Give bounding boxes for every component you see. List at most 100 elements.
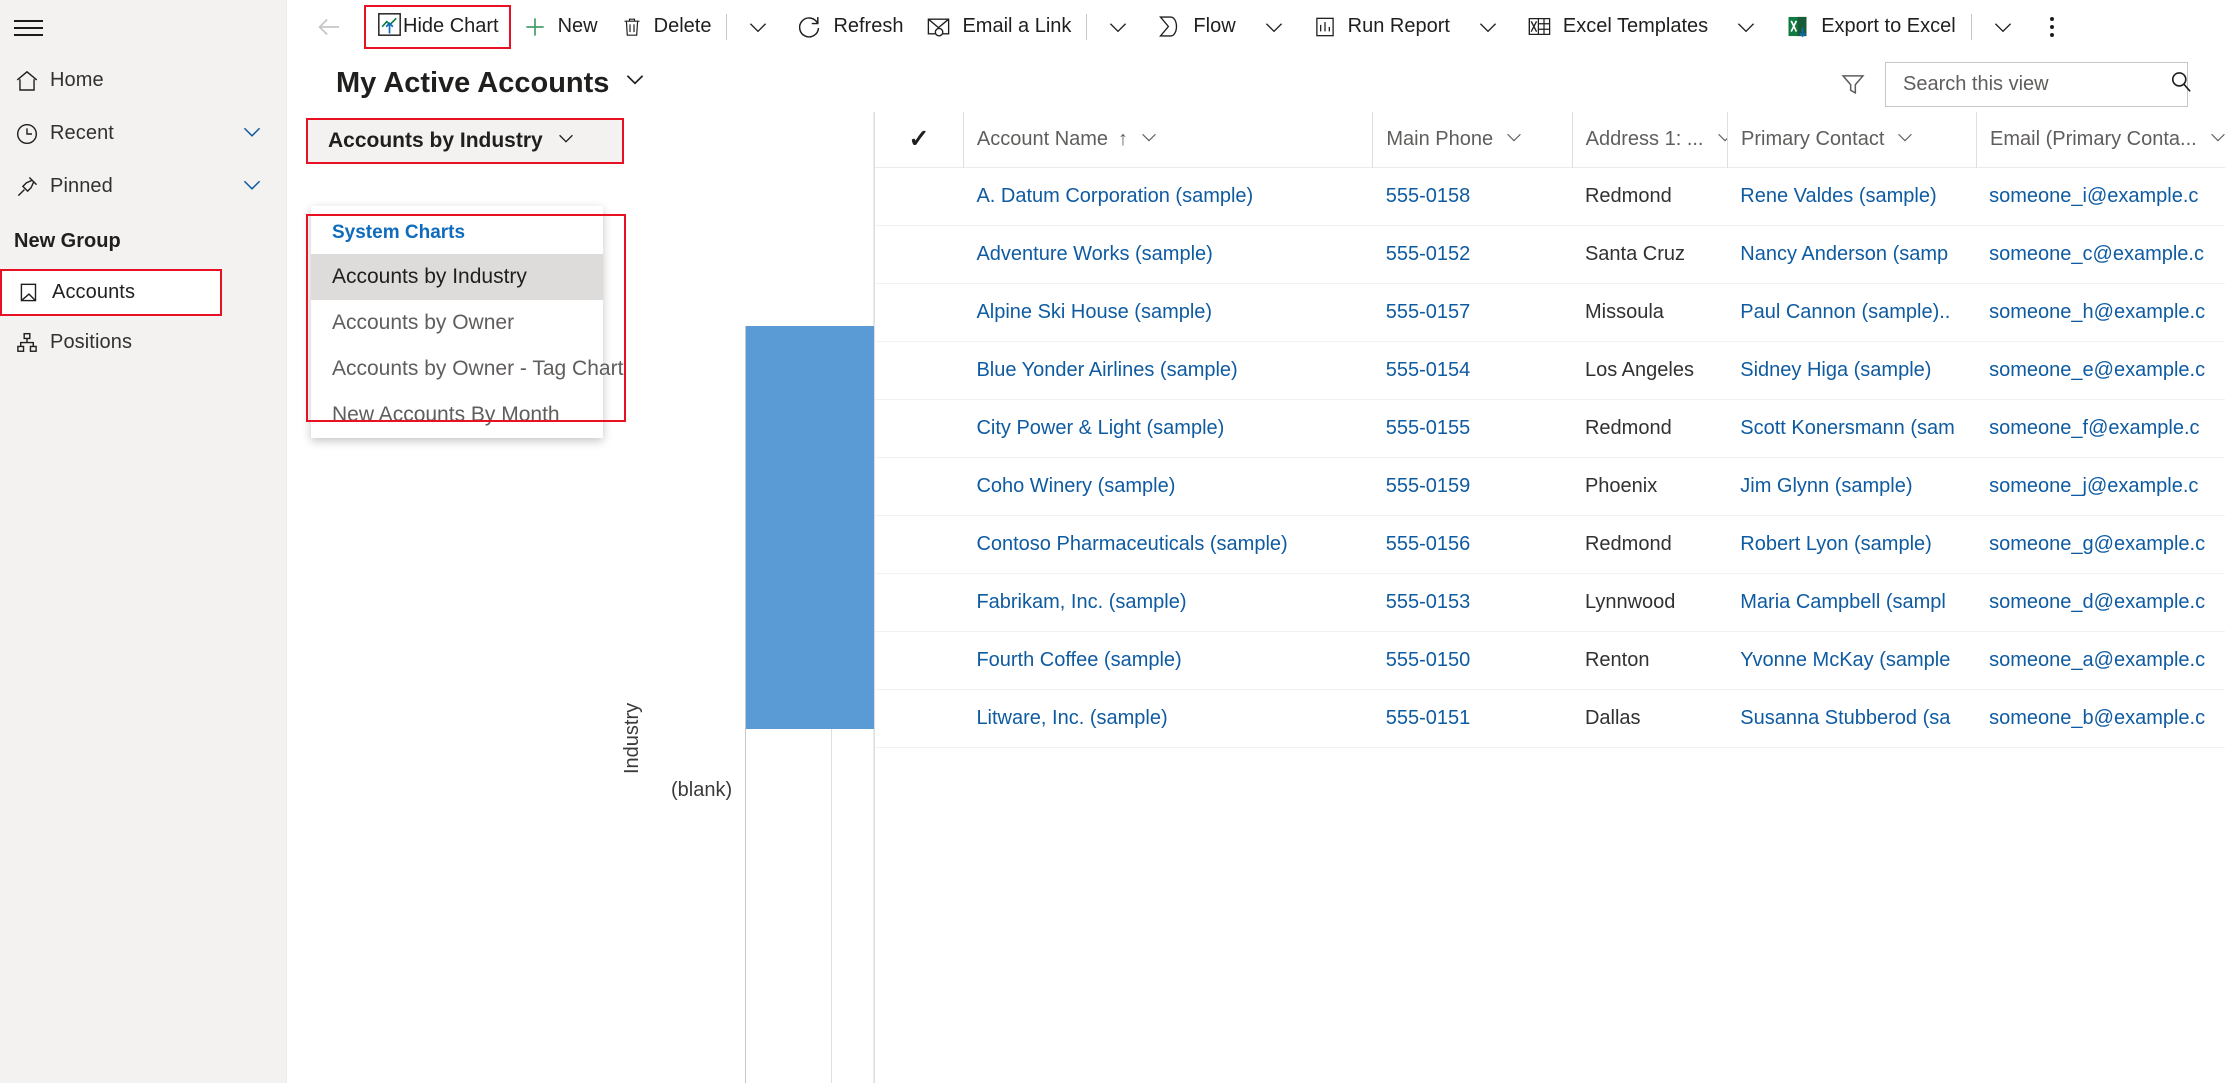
cell-email[interactable]: someone_e@example.c bbox=[1976, 342, 2225, 400]
row-checkbox[interactable] bbox=[875, 632, 963, 690]
chevron-down-icon[interactable] bbox=[1894, 126, 1916, 154]
more-commands-button[interactable] bbox=[2030, 5, 2074, 49]
flyout-option-new-accounts-by-month[interactable]: New Accounts By Month bbox=[311, 392, 603, 438]
flow-chevron[interactable] bbox=[1247, 5, 1301, 49]
export-overflow-chevron[interactable] bbox=[1976, 5, 2030, 49]
cell-account-name[interactable]: City Power & Light (sample) bbox=[963, 400, 1372, 458]
cell-primary-contact[interactable]: Maria Campbell (sampl bbox=[1727, 574, 1976, 632]
column-header-primary-contact[interactable]: Primary Contact bbox=[1727, 111, 1976, 168]
table-row[interactable]: Contoso Pharmaceuticals (sample) 555-015… bbox=[875, 516, 2225, 574]
chevron-down-icon[interactable] bbox=[1714, 126, 1728, 154]
excel-templates-button[interactable]: Excel Templates bbox=[1515, 5, 1719, 49]
run-report-chevron[interactable] bbox=[1461, 5, 1515, 49]
flow-button[interactable]: Flow bbox=[1145, 5, 1246, 49]
sidebar-item-pinned[interactable]: Pinned bbox=[0, 160, 287, 213]
email-a-link-button[interactable]: Email a Link bbox=[914, 5, 1082, 49]
cell-primary-contact[interactable]: Nancy Anderson (samp bbox=[1727, 226, 1976, 284]
row-checkbox[interactable] bbox=[875, 168, 963, 226]
cell-main-phone[interactable]: 555-0150 bbox=[1373, 632, 1572, 690]
cell-email[interactable]: someone_g@example.c bbox=[1976, 516, 2225, 574]
cell-email[interactable]: someone_c@example.c bbox=[1976, 226, 2225, 284]
export-to-excel-button[interactable]: Export to Excel bbox=[1773, 5, 1967, 49]
cell-email[interactable]: someone_a@example.c bbox=[1976, 632, 2225, 690]
cell-main-phone[interactable]: 555-0152 bbox=[1373, 226, 1572, 284]
back-button[interactable] bbox=[288, 5, 362, 49]
cell-primary-contact[interactable]: Scott Konersmann (sam bbox=[1727, 400, 1976, 458]
hamburger-menu-button[interactable] bbox=[0, 0, 287, 54]
cell-main-phone[interactable]: 555-0158 bbox=[1373, 168, 1572, 226]
row-checkbox[interactable] bbox=[875, 400, 963, 458]
excel-templates-chevron[interactable] bbox=[1719, 5, 1773, 49]
cell-account-name[interactable]: A. Datum Corporation (sample) bbox=[963, 168, 1372, 226]
cell-email[interactable]: someone_j@example.c bbox=[1976, 458, 2225, 516]
chevron-down-icon[interactable] bbox=[2207, 126, 2225, 154]
sidebar-item-home[interactable]: Home bbox=[0, 54, 287, 107]
row-checkbox[interactable] bbox=[875, 284, 963, 342]
row-checkbox[interactable] bbox=[875, 690, 963, 748]
cell-main-phone[interactable]: 555-0154 bbox=[1373, 342, 1572, 400]
run-report-button[interactable]: Run Report bbox=[1301, 5, 1461, 49]
column-header-address-1[interactable]: Address 1: ... bbox=[1571, 111, 1728, 168]
cell-account-name[interactable]: Fourth Coffee (sample) bbox=[963, 632, 1372, 690]
table-row[interactable]: Fourth Coffee (sample) 555-0150 Renton Y… bbox=[875, 632, 2225, 690]
delete-overflow-chevron[interactable] bbox=[731, 5, 785, 49]
cell-primary-contact[interactable]: Yvonne McKay (sample bbox=[1727, 632, 1976, 690]
chevron-down-icon[interactable] bbox=[1503, 126, 1525, 154]
flyout-option-accounts-by-owner[interactable]: Accounts by Owner bbox=[311, 300, 603, 346]
sidebar-item-accounts[interactable]: Accounts bbox=[0, 269, 222, 316]
hide-chart-button[interactable]: Hide Chart bbox=[364, 4, 511, 49]
cell-primary-contact[interactable]: Rene Valdes (sample) bbox=[1727, 168, 1976, 226]
table-row[interactable]: Adventure Works (sample) 555-0152 Santa … bbox=[875, 226, 2225, 284]
cell-email[interactable]: someone_f@example.c bbox=[1976, 400, 2225, 458]
row-checkbox[interactable] bbox=[875, 516, 963, 574]
cell-email[interactable]: someone_i@example.c bbox=[1976, 168, 2225, 226]
cell-primary-contact[interactable]: Susanna Stubberod (sa bbox=[1727, 690, 1976, 748]
sidebar-item-recent[interactable]: Recent bbox=[0, 107, 287, 160]
cell-primary-contact[interactable]: Jim Glynn (sample) bbox=[1727, 458, 1976, 516]
chevron-down-icon[interactable] bbox=[1138, 126, 1160, 154]
table-row[interactable]: Coho Winery (sample) 555-0159 Phoenix Ji… bbox=[875, 458, 2225, 516]
email-overflow-chevron[interactable] bbox=[1091, 5, 1145, 49]
cell-primary-contact[interactable]: Paul Cannon (sample).. bbox=[1727, 284, 1976, 342]
column-header-email-primary-contact[interactable]: Email (Primary Conta... bbox=[1976, 111, 2225, 168]
select-all-checkbox[interactable]: ✓ bbox=[875, 127, 963, 152]
cell-account-name[interactable]: Alpine Ski House (sample) bbox=[963, 284, 1372, 342]
column-header-account-name[interactable]: Account Name ↑ bbox=[962, 111, 1372, 168]
cell-account-name[interactable]: Litware, Inc. (sample) bbox=[963, 690, 1372, 748]
table-row[interactable]: A. Datum Corporation (sample) 555-0158 R… bbox=[875, 168, 2225, 226]
cell-main-phone[interactable]: 555-0159 bbox=[1373, 458, 1572, 516]
delete-button[interactable]: Delete bbox=[609, 5, 723, 49]
flyout-option-accounts-by-owner-tag-chart[interactable]: Accounts by Owner - Tag Chart bbox=[311, 346, 623, 392]
refresh-button[interactable]: Refresh bbox=[785, 5, 914, 49]
chevron-down-icon[interactable] bbox=[239, 118, 265, 149]
table-row[interactable]: Litware, Inc. (sample) 555-0151 Dallas S… bbox=[875, 690, 2225, 748]
cell-account-name[interactable]: Contoso Pharmaceuticals (sample) bbox=[963, 516, 1372, 574]
table-row[interactable]: Fabrikam, Inc. (sample) 555-0153 Lynnwoo… bbox=[875, 574, 2225, 632]
chevron-down-icon[interactable] bbox=[622, 66, 648, 100]
chevron-down-icon[interactable] bbox=[239, 171, 265, 202]
row-checkbox[interactable] bbox=[875, 574, 963, 632]
cell-main-phone[interactable]: 555-0151 bbox=[1373, 690, 1572, 748]
sidebar-item-positions[interactable]: Positions bbox=[0, 316, 287, 369]
search-input[interactable] bbox=[1903, 73, 2168, 96]
search-box[interactable] bbox=[1885, 62, 2191, 107]
row-checkbox[interactable] bbox=[875, 226, 963, 284]
cell-email[interactable]: someone_b@example.c bbox=[1976, 690, 2225, 748]
cell-main-phone[interactable]: 555-0153 bbox=[1373, 574, 1572, 632]
cell-primary-contact[interactable]: Sidney Higa (sample) bbox=[1727, 342, 1976, 400]
cell-main-phone[interactable]: 555-0157 bbox=[1373, 284, 1572, 342]
search-icon[interactable] bbox=[2168, 69, 2194, 100]
row-checkbox[interactable] bbox=[875, 342, 963, 400]
flyout-option-accounts-by-industry[interactable]: Accounts by Industry bbox=[311, 254, 603, 300]
view-selector[interactable]: My Active Accounts bbox=[336, 66, 648, 100]
cell-email[interactable]: someone_h@example.c bbox=[1976, 284, 2225, 342]
cell-account-name[interactable]: Coho Winery (sample) bbox=[963, 458, 1372, 516]
cell-account-name[interactable]: Adventure Works (sample) bbox=[963, 226, 1372, 284]
table-row[interactable]: Blue Yonder Airlines (sample) 555-0154 L… bbox=[875, 342, 2225, 400]
table-row[interactable]: City Power & Light (sample) 555-0155 Red… bbox=[875, 400, 2225, 458]
chart-selector-dropdown[interactable]: Accounts by Industry bbox=[308, 120, 622, 162]
cell-account-name[interactable]: Blue Yonder Airlines (sample) bbox=[963, 342, 1372, 400]
new-button[interactable]: New bbox=[511, 5, 609, 49]
row-checkbox[interactable] bbox=[875, 458, 963, 516]
table-row[interactable]: Alpine Ski House (sample) 555-0157 Misso… bbox=[875, 284, 2225, 342]
